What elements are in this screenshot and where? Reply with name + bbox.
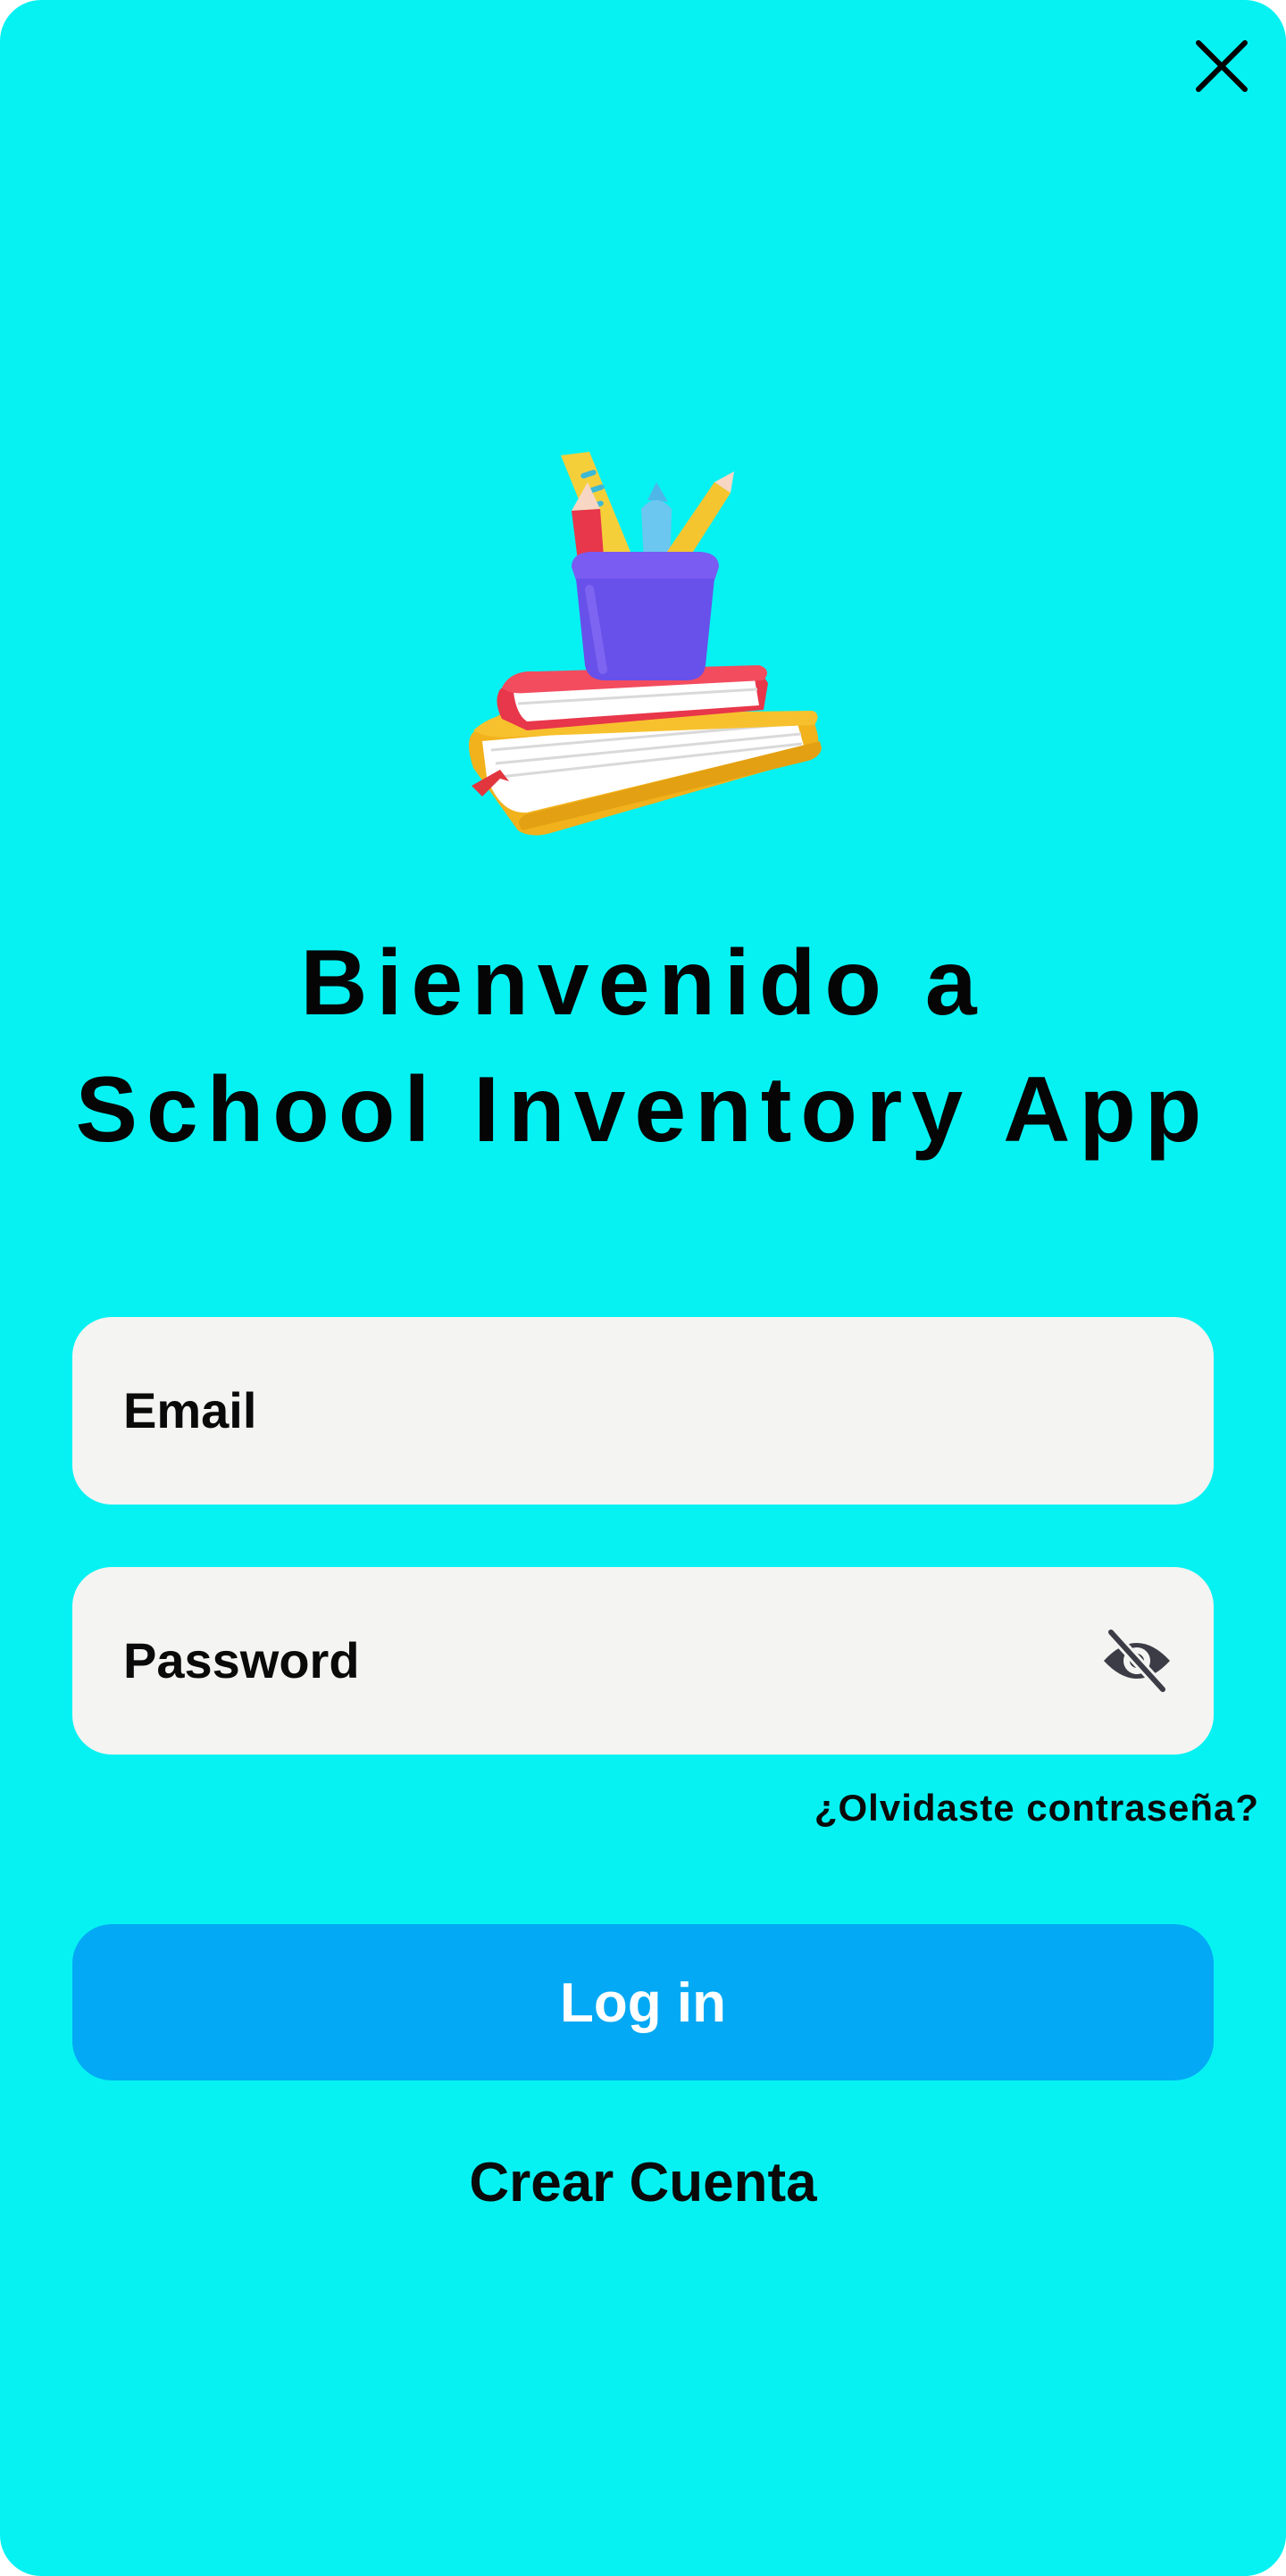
books-pencil-cup-illustration xyxy=(447,446,839,848)
title-line-1: Bienvenido a xyxy=(300,931,986,1035)
password-field[interactable]: Password xyxy=(72,1567,1214,1755)
login-screen: Bienvenido a School Inventory App Email … xyxy=(0,0,1286,2576)
page-title: Bienvenido a School Inventory App xyxy=(0,920,1286,1173)
password-label: Password xyxy=(123,1632,360,1688)
close-icon xyxy=(1196,40,1248,92)
email-label: Email xyxy=(123,1382,257,1438)
email-field[interactable]: Email xyxy=(72,1317,1214,1505)
toggle-password-visibility-button[interactable] xyxy=(1098,1627,1175,1695)
eye-off-icon xyxy=(1104,1627,1170,1695)
login-button[interactable]: Log in xyxy=(72,1924,1214,2080)
forgot-password-link[interactable]: ¿Olvidaste contraseña? xyxy=(814,1777,1259,1839)
close-button[interactable] xyxy=(1188,32,1256,100)
title-line-2: School Inventory App xyxy=(75,1058,1211,1162)
create-account-link[interactable]: Crear Cuenta xyxy=(0,2143,1286,2223)
